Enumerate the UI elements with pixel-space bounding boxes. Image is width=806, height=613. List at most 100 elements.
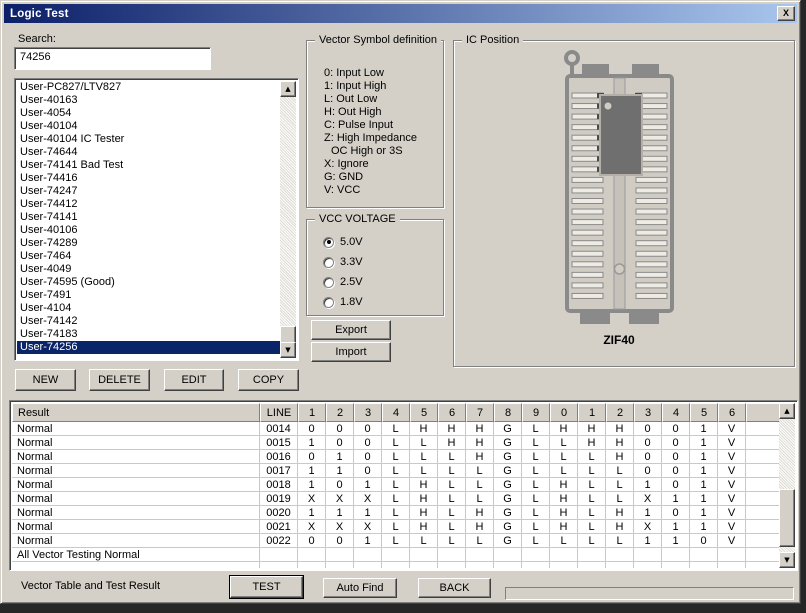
column-header-pin[interactable]: 4: [382, 403, 410, 422]
cell-filler: [746, 436, 779, 450]
list-item[interactable]: User-74142: [17, 315, 280, 328]
table-row[interactable]: Normal0014000LHHHGLHHH001V: [12, 422, 779, 436]
column-header-pin[interactable]: 9: [522, 403, 550, 422]
cell-pin-value: 0: [662, 422, 690, 436]
column-header-pin[interactable]: 6: [718, 403, 746, 422]
column-header-pin[interactable]: 1: [298, 403, 326, 422]
list-item[interactable]: User-74141: [17, 211, 280, 224]
table-scroll-down-icon[interactable]: ▼: [779, 552, 795, 568]
column-header-pin[interactable]: 4: [662, 403, 690, 422]
column-header-pin[interactable]: 8: [494, 403, 522, 422]
scroll-down-icon[interactable]: ▼: [280, 342, 296, 358]
vcc-option-3.3V[interactable]: 3.3V: [307, 252, 443, 272]
radio-icon[interactable]: [323, 297, 334, 308]
column-header-pin[interactable]: 3: [354, 403, 382, 422]
cell-pin-value: H: [606, 436, 634, 450]
cell-pin-value: L: [522, 506, 550, 520]
radio-icon[interactable]: [323, 277, 334, 288]
list-item[interactable]: User-40163: [17, 94, 280, 107]
vector-symbol-line: OC High or 3S: [307, 145, 443, 158]
list-item[interactable]: User-74247: [17, 185, 280, 198]
list-item[interactable]: User-4104: [17, 302, 280, 315]
table-row[interactable]: Normal0016010LLLHGLLLH001V: [12, 450, 779, 464]
cell-result: Normal: [12, 478, 260, 492]
list-item[interactable]: User-7464: [17, 250, 280, 263]
cell-pin-value: G: [494, 492, 522, 506]
cell-pin-value: G: [494, 520, 522, 534]
cell-pin-value: G: [494, 506, 522, 520]
list-item[interactable]: User-4049: [17, 263, 280, 276]
list-item[interactable]: User-7491: [17, 289, 280, 302]
table-row[interactable]: Normal0015100LLHHGLLHH001V: [12, 436, 779, 450]
column-header-pin[interactable]: 2: [606, 403, 634, 422]
list-item[interactable]: User-74289: [17, 237, 280, 250]
back-button[interactable]: BACK: [418, 578, 491, 598]
list-item[interactable]: User-4054: [17, 107, 280, 120]
cell-pin-value: X: [326, 492, 354, 506]
column-header-pin[interactable]: 1: [578, 403, 606, 422]
list-item[interactable]: User-74256: [17, 341, 280, 354]
list-item[interactable]: User-74183: [17, 328, 280, 341]
list-item[interactable]: User-40106: [17, 224, 280, 237]
column-header-result[interactable]: Result: [12, 403, 260, 422]
radio-icon[interactable]: [323, 237, 334, 248]
edit-button[interactable]: EDIT: [164, 369, 224, 391]
list-item[interactable]: User-74416: [17, 172, 280, 185]
delete-button[interactable]: DELETE: [89, 369, 150, 391]
table-scroll-up-icon[interactable]: ▲: [779, 403, 795, 419]
list-scrollbar[interactable]: ▲ ▼: [280, 81, 296, 358]
column-header-pin[interactable]: 5: [690, 403, 718, 422]
list-item[interactable]: User-PC827/LTV827: [17, 81, 280, 94]
cell-pin-value: 1: [326, 450, 354, 464]
search-input[interactable]: 74256: [14, 47, 211, 70]
new-button[interactable]: NEW: [15, 369, 76, 391]
column-header-pin[interactable]: 6: [438, 403, 466, 422]
table-row[interactable]: Normal0021XXXLHLHGLHLHX11V: [12, 520, 779, 534]
list-item[interactable]: User-74141 Bad Test: [17, 159, 280, 172]
cell-line: 0019: [260, 492, 298, 506]
list-item[interactable]: User-74595 (Good): [17, 276, 280, 289]
table-row[interactable]: [12, 562, 779, 568]
cell-filler: [746, 492, 779, 506]
cell-pin-value: L: [438, 450, 466, 464]
table-row[interactable]: Normal0020111LHLHGLHLH101V: [12, 506, 779, 520]
export-button[interactable]: Export: [311, 320, 391, 340]
table-row[interactable]: Normal0018101LHLLGLHLL101V: [12, 478, 779, 492]
vcc-option-5.0V[interactable]: 5.0V: [307, 232, 443, 252]
test-button[interactable]: TEST: [230, 576, 303, 598]
cell-pin-value: L: [578, 464, 606, 478]
cell-pin-value: L: [550, 464, 578, 478]
cell-pin-value: H: [550, 492, 578, 506]
column-header-pin[interactable]: 3: [634, 403, 662, 422]
table-row[interactable]: Normal0017110LLLLGLLLL001V: [12, 464, 779, 478]
cell-line: 0017: [260, 464, 298, 478]
cell-pin-value: L: [550, 450, 578, 464]
vcc-option-1.8V[interactable]: 1.8V: [307, 292, 443, 312]
list-item[interactable]: User-74412: [17, 198, 280, 211]
table-summary-row[interactable]: All Vector Testing Normal: [12, 548, 779, 562]
column-header-pin[interactable]: 5: [410, 403, 438, 422]
cell-pin-value: H: [466, 450, 494, 464]
column-header-pin[interactable]: 7: [466, 403, 494, 422]
device-listbox[interactable]: User-PC827/LTV827User-40163User-4054User…: [14, 78, 299, 361]
vcc-voltage-group: VCC VOLTAGE 5.0V3.3V2.5V1.8V: [306, 219, 444, 316]
table-row[interactable]: Normal0022001LLLLGLLLL110V: [12, 534, 779, 548]
table-row[interactable]: Normal0019XXXLHLLGLHLLX11V: [12, 492, 779, 506]
auto-find-button[interactable]: Auto Find: [323, 578, 397, 598]
close-icon[interactable]: X: [777, 6, 795, 21]
column-header-pin[interactable]: 2: [326, 403, 354, 422]
cell-pin-value: X: [634, 520, 662, 534]
list-item[interactable]: User-74644: [17, 146, 280, 159]
list-item[interactable]: User-40104: [17, 120, 280, 133]
radio-icon[interactable]: [323, 257, 334, 268]
copy-button[interactable]: COPY: [238, 369, 299, 391]
column-header-line[interactable]: LINE: [260, 403, 298, 422]
title-bar[interactable]: Logic Test X: [4, 4, 797, 23]
column-header-pin[interactable]: 0: [550, 403, 578, 422]
table-scroll-thumb[interactable]: [779, 489, 795, 547]
scroll-up-icon[interactable]: ▲: [280, 81, 296, 97]
import-button[interactable]: Import: [311, 342, 391, 362]
table-scrollbar[interactable]: ▲ ▼: [779, 403, 795, 568]
list-item[interactable]: User-40104 IC Tester: [17, 133, 280, 146]
vcc-option-2.5V[interactable]: 2.5V: [307, 272, 443, 292]
